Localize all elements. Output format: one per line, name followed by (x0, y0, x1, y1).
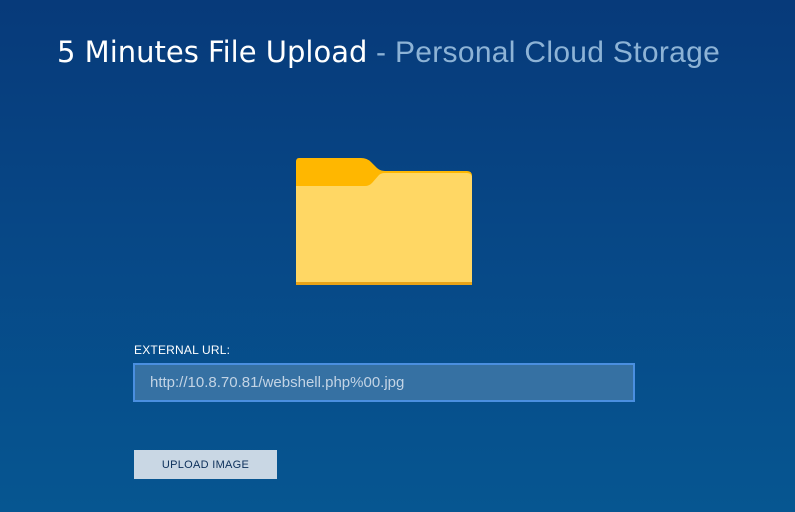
folder-icon (295, 158, 473, 286)
app-subtitle: - Personal Cloud Storage (376, 36, 721, 69)
external-url-input[interactable] (133, 363, 635, 402)
app-title: 5 Minutes File Upload (57, 35, 368, 69)
page-title: 5 Minutes File Upload - Personal Cloud S… (57, 32, 720, 73)
upload-image-button[interactable]: UPLOAD IMAGE (134, 450, 277, 479)
external-url-label: EXTERNAL URL: (134, 343, 231, 357)
